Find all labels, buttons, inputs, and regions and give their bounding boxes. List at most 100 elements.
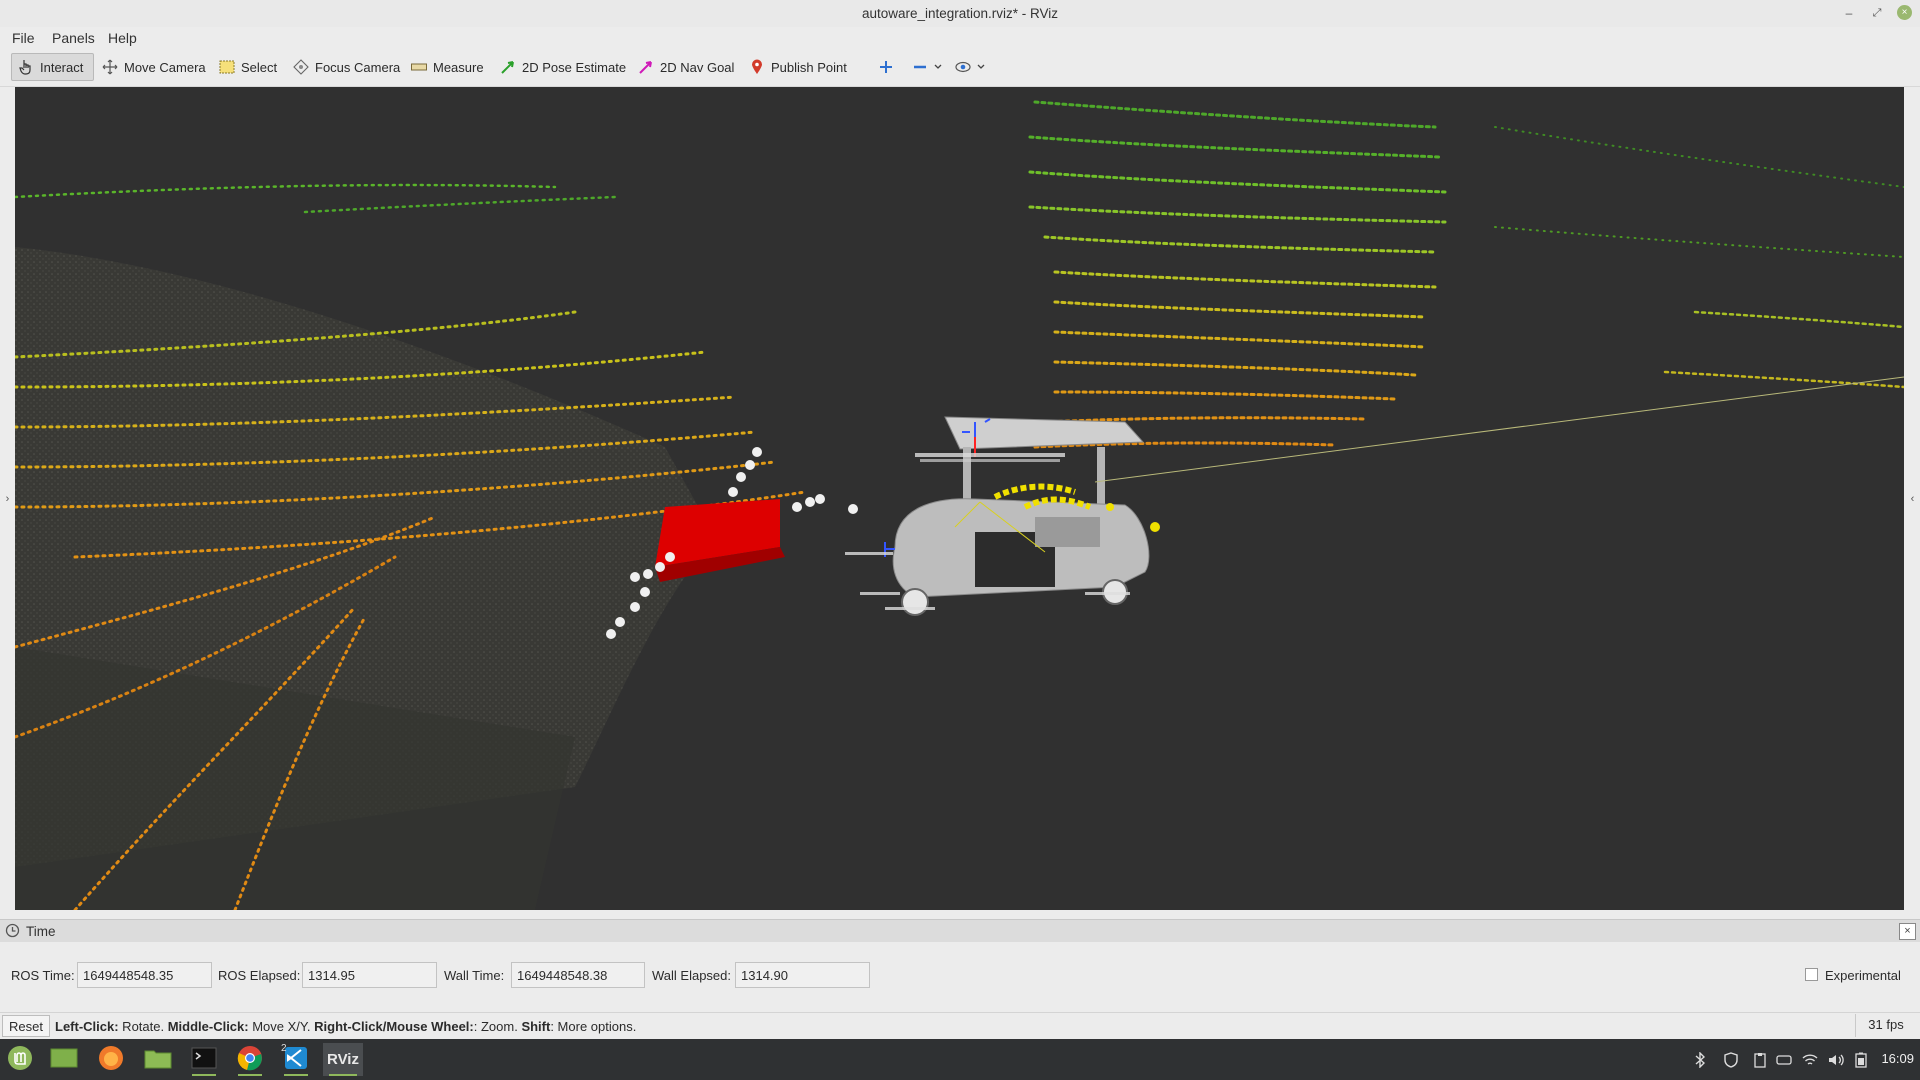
remove-tool-button[interactable] xyxy=(908,53,946,81)
wifi-icon[interactable] xyxy=(1801,1051,1819,1069)
wall-elapsed-field[interactable]: 1314.90 xyxy=(735,962,870,988)
measure-label: Measure xyxy=(433,59,484,75)
expand-right-icon: ‹ xyxy=(1910,492,1915,505)
select-tool-button[interactable]: Select xyxy=(213,53,283,81)
hint-right-click-desc: : Zoom. xyxy=(473,1019,522,1034)
battery-icon[interactable] xyxy=(1852,1051,1870,1069)
red-obstacle-box xyxy=(655,499,785,582)
move-camera-label: Move Camera xyxy=(124,59,206,75)
menu-panels[interactable]: Panels xyxy=(52,30,95,46)
taskbar-desktop-button[interactable] xyxy=(46,1043,82,1076)
map-pin-icon xyxy=(749,59,765,75)
ros-elapsed-field[interactable]: 1314.95 xyxy=(302,962,437,988)
menu-bar: File Panels Help xyxy=(0,27,1920,49)
taskbar-files-button[interactable] xyxy=(140,1043,176,1076)
chrome-icon xyxy=(237,1045,263,1074)
clipboard-icon[interactable] xyxy=(1751,1051,1769,1069)
green-arrow-icon xyxy=(500,59,516,75)
reset-button[interactable]: Reset xyxy=(2,1015,50,1037)
mouse-hint-text: Left-Click: Rotate. Middle-Click: Move X… xyxy=(55,1019,636,1034)
time-panel-close-button[interactable]: × xyxy=(1899,923,1916,940)
render-viewport[interactable] xyxy=(15,87,1904,910)
time-panel-header: Time × xyxy=(0,919,1920,943)
golf-cart-vehicle-model xyxy=(884,416,1160,616)
maximize-button[interactable]: ⤢ xyxy=(1866,3,1888,23)
time-panel: ROS Time: 1649448548.35 ROS Elapsed: 131… xyxy=(0,942,1920,1010)
ros-time-label: ROS Time: xyxy=(11,968,75,983)
rviz-icon: RViz xyxy=(327,1051,359,1068)
taskbar-firefox-button[interactable] xyxy=(93,1043,129,1076)
ground-point-cloud xyxy=(15,247,715,910)
wall-time-label: Wall Time: xyxy=(444,968,505,983)
left-dock-toggle[interactable]: › xyxy=(0,87,15,910)
publish-point-tool-button[interactable]: Publish Point xyxy=(743,53,853,81)
pose-estimate-label: 2D Pose Estimate xyxy=(522,59,627,75)
select-box-icon xyxy=(219,59,235,75)
taskbar-vscode-button[interactable]: 2 xyxy=(278,1043,314,1076)
ros-time-field[interactable]: 1649448548.35 xyxy=(77,962,212,988)
hint-middle-click: Middle-Click: xyxy=(167,1019,249,1034)
minus-icon xyxy=(912,59,928,75)
taskbar-terminal-button[interactable] xyxy=(186,1043,222,1076)
measure-tool-button[interactable]: Measure xyxy=(405,53,490,81)
wall-time-field[interactable]: 1649448548.38 xyxy=(511,962,645,988)
hint-right-click: Right-Click/Mouse Wheel: xyxy=(314,1019,474,1034)
plus-icon xyxy=(878,59,894,75)
move-camera-tool-button[interactable]: Move Camera xyxy=(96,53,212,81)
firefox-icon xyxy=(98,1045,124,1074)
focus-camera-tool-button[interactable]: Focus Camera xyxy=(287,53,406,81)
menu-help[interactable]: Help xyxy=(108,30,137,46)
hint-shift-desc: : More options. xyxy=(550,1019,637,1034)
window-title: autoware_integration.rviz* - RViz xyxy=(861,6,1059,21)
hint-left-click: Left-Click: xyxy=(55,1019,119,1034)
chevron-down-icon xyxy=(934,59,942,75)
add-tool-button[interactable] xyxy=(874,53,898,81)
experimental-checkbox[interactable] xyxy=(1805,968,1818,981)
network-wired-icon[interactable] xyxy=(1775,1051,1793,1069)
tool-properties-button[interactable] xyxy=(951,53,989,81)
right-dock-toggle[interactable]: ‹ xyxy=(1905,87,1920,910)
terminal-icon xyxy=(191,1047,217,1072)
hand-pointer-icon xyxy=(18,59,34,75)
taskbar-rviz-button[interactable]: RViz xyxy=(323,1043,363,1076)
window-titlebar: autoware_integration.rviz* - RViz – ⤢ × xyxy=(0,0,1920,28)
lidar-scanlines-right xyxy=(1028,100,1904,449)
folder-icon xyxy=(144,1047,172,1072)
mint-menu-button[interactable] xyxy=(2,1043,38,1076)
menu-file[interactable]: File xyxy=(12,30,35,46)
move-camera-icon xyxy=(102,59,118,75)
bluetooth-icon[interactable] xyxy=(1691,1051,1709,1069)
taskbar-clock[interactable]: 16:09 xyxy=(1881,1051,1914,1066)
system-taskbar: 2 RViz 16:09 xyxy=(0,1039,1920,1080)
taskbar-chrome-button[interactable] xyxy=(232,1043,268,1076)
close-window-button[interactable]: × xyxy=(1897,5,1912,20)
shield-icon[interactable] xyxy=(1722,1051,1740,1069)
interact-tool-button[interactable]: Interact xyxy=(11,53,94,81)
volume-icon[interactable] xyxy=(1827,1051,1845,1069)
nav-goal-tool-button[interactable]: 2D Nav Goal xyxy=(632,53,740,81)
mint-logo-icon xyxy=(7,1045,33,1074)
desktop-icon xyxy=(50,1047,78,1072)
wall-elapsed-label: Wall Elapsed: xyxy=(652,968,731,983)
focus-camera-label: Focus Camera xyxy=(315,59,401,75)
hint-shift: Shift xyxy=(521,1019,551,1034)
ros-elapsed-label: ROS Elapsed: xyxy=(218,968,301,983)
tool-bar: Interact Move Camera Select Focus Camera… xyxy=(0,49,1920,87)
vscode-window-count-badge: 2 xyxy=(281,1043,287,1054)
minimize-button[interactable]: – xyxy=(1838,3,1860,23)
scene-canvas[interactable] xyxy=(15,87,1904,910)
clock-icon xyxy=(5,923,20,941)
pose-estimate-tool-button[interactable]: 2D Pose Estimate xyxy=(494,53,632,81)
interact-label: Interact xyxy=(40,59,84,75)
eye-icon xyxy=(955,59,971,75)
focus-camera-icon xyxy=(293,59,309,75)
magenta-arrow-icon xyxy=(638,59,654,75)
select-label: Select xyxy=(241,59,278,75)
status-bar: Reset Left-Click: Rotate. Middle-Click: … xyxy=(0,1012,1920,1039)
time-panel-title: Time xyxy=(26,924,56,939)
fps-counter: 31 fps xyxy=(1855,1014,1916,1037)
publish-point-label: Publish Point xyxy=(771,59,847,75)
ruler-icon xyxy=(411,59,427,75)
hint-left-click-desc: Rotate. xyxy=(118,1019,168,1034)
chevron-down-icon xyxy=(977,59,985,75)
